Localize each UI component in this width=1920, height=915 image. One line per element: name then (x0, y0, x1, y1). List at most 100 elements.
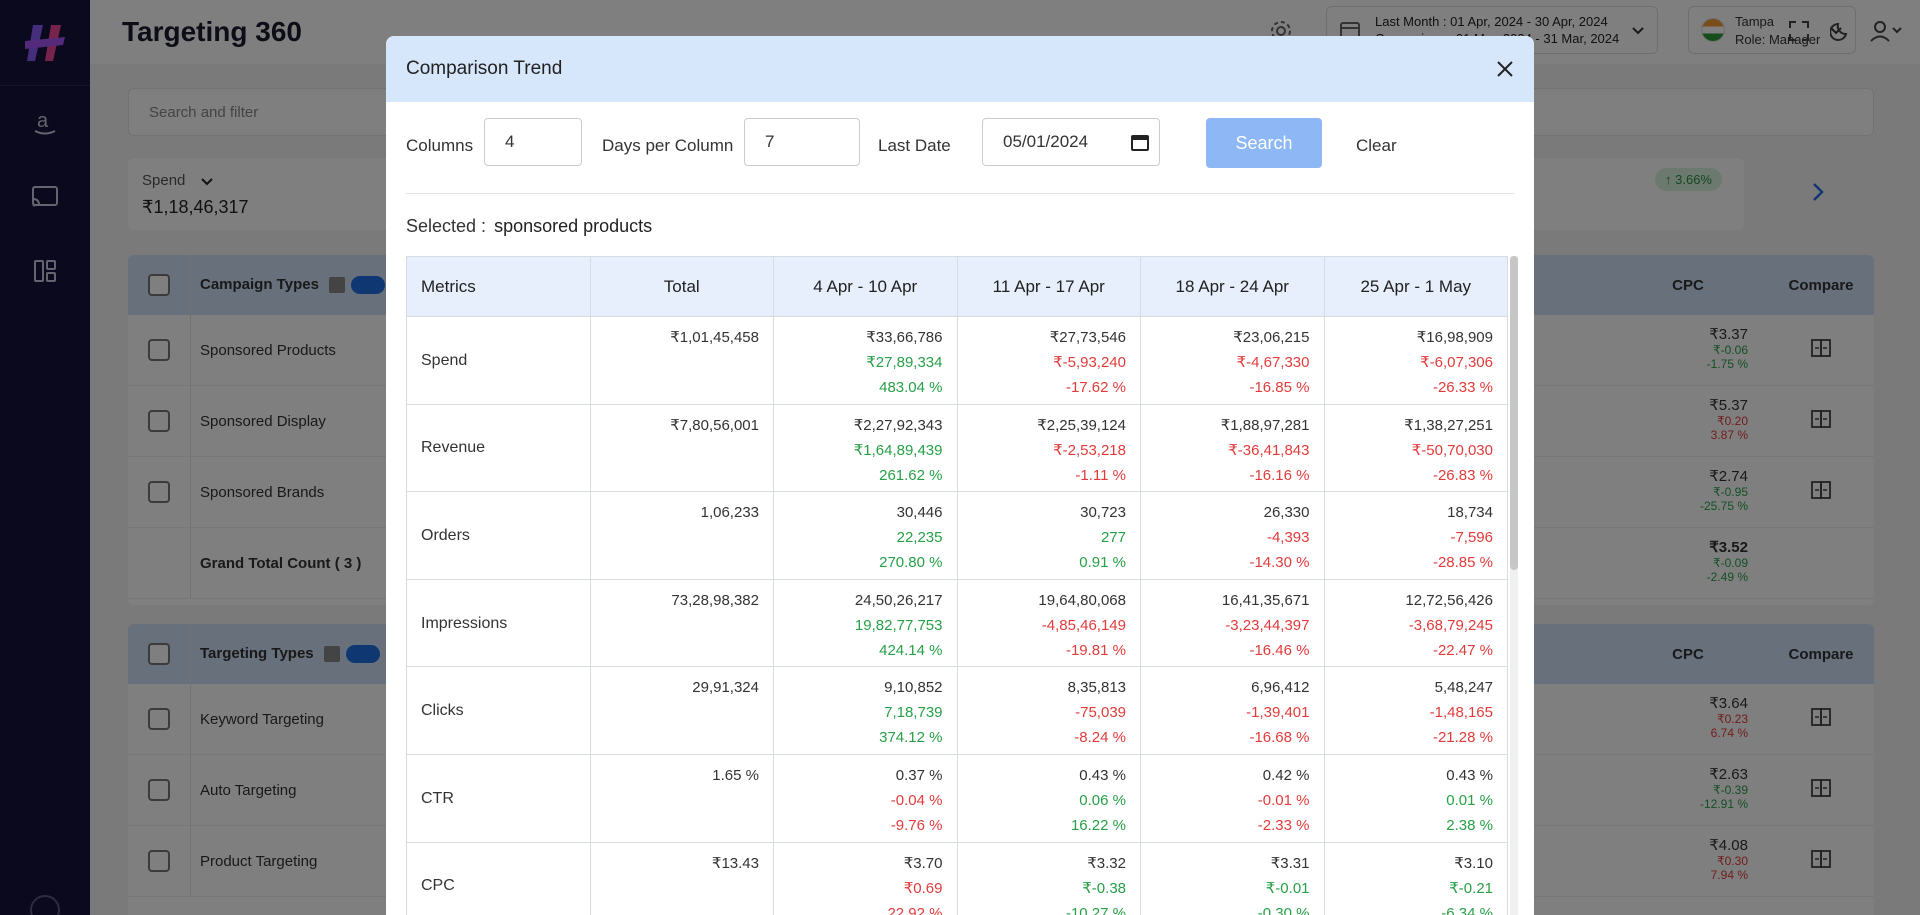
period-delta-percent: 22.92 % (887, 904, 943, 915)
period-delta-percent: 270.80 % (879, 554, 943, 572)
period-value: 5,48,247 (1434, 679, 1493, 697)
period-value: 0.42 % (1262, 766, 1310, 784)
period-delta: ₹-4,67,330 (1236, 354, 1310, 371)
period-delta: 22,235 (896, 529, 943, 547)
period-delta-percent: 2.38 % (1446, 816, 1493, 834)
table-row: Impressions 73,28,98,382 24,50,26,217 19,82… (406, 578, 1508, 668)
period-value: ₹27,73,546 (1049, 329, 1126, 346)
period-delta-percent: -6.34 % (1441, 904, 1493, 915)
period-cell: ₹2,27,92,343 ₹1,64,89,439 261.62 % (773, 403, 958, 493)
period-value: 18,734 (1447, 504, 1493, 522)
period-value: ₹23,06,215 (1233, 329, 1310, 346)
period-column-header: 25 Apr - 1 May (1323, 256, 1508, 317)
metric-total: 1,06,233 (589, 491, 774, 580)
clear-button[interactable]: Clear (1356, 136, 1397, 156)
period-cell: 0.43 % 0.06 % 16.22 % (956, 753, 1141, 843)
period-delta-percent: -10.27 % (1065, 904, 1126, 915)
period-delta: -7,596 (1450, 529, 1493, 547)
period-delta-percent: 374.12 % (879, 729, 943, 747)
period-delta: -0.04 % (890, 791, 943, 809)
period-delta-percent: 16.22 % (1070, 816, 1126, 834)
metric-total: 73,28,98,382 (589, 578, 774, 668)
period-value: 8,35,813 (1067, 679, 1126, 697)
period-cell: 18,734 -7,596 -28.85 % (1323, 491, 1508, 580)
period-delta: ₹27,89,334 (866, 354, 943, 371)
calendar-icon[interactable] (1131, 133, 1149, 151)
table-row: Orders 1,06,233 30,446 22,235 270.80 % 30,723… (406, 491, 1508, 580)
period-cell: ₹23,06,215 ₹-4,67,330 -16.85 % (1140, 316, 1325, 405)
period-column-header: 18 Apr - 24 Apr (1140, 256, 1325, 317)
metric-total: ₹7,80,56,001 (589, 403, 774, 493)
last-date-label: Last Date (878, 136, 951, 155)
period-cell: 24,50,26,217 19,82,77,753 424.14 % (773, 578, 958, 668)
period-cell: 5,48,247 -1,48,165 -21.28 % (1323, 666, 1508, 755)
period-cell: ₹27,73,546 ₹-5,93,240 -17.62 % (956, 316, 1141, 405)
period-value: ₹1,38,27,251 (1404, 416, 1493, 434)
columns-input[interactable]: 4 (484, 118, 582, 166)
period-delta: 0.06 % (1079, 791, 1126, 809)
last-date-value: 05/01/2024 (1003, 132, 1089, 151)
period-column-header: 11 Apr - 17 Apr (956, 256, 1141, 317)
period-delta: 19,82,77,753 (854, 616, 943, 634)
days-per-column-label: Days per Column (602, 136, 734, 155)
period-value: 9,10,852 (884, 679, 943, 697)
period-delta: ₹-50,70,030 (1411, 441, 1493, 459)
period-cell: 0.42 % -0.01 % -2.33 % (1140, 753, 1325, 843)
table-row: Revenue ₹7,80,56,001 ₹2,27,92,343 ₹1,64,89,… (406, 403, 1508, 493)
period-cell: 26,330 -4,393 -14.30 % (1140, 491, 1325, 580)
search-button[interactable]: Search (1206, 118, 1322, 168)
period-value: 0.37 % (895, 766, 943, 784)
table-row: CTR 1.65 % 0.37 % -0.04 % -9.76 % 0.43 % 0.06 … (406, 753, 1508, 843)
period-column-header: 4 Apr - 10 Apr (773, 256, 958, 317)
period-delta-percent: -28.85 % (1432, 554, 1493, 572)
period-delta-percent: -14.30 % (1249, 554, 1310, 572)
period-delta-percent: -17.62 % (1065, 379, 1126, 396)
period-delta-percent: -16.85 % (1249, 379, 1310, 396)
period-cell: ₹1,88,97,281 ₹-36,41,843 -16.16 % (1140, 403, 1325, 493)
table-scrollbar-thumb[interactable] (1510, 256, 1518, 570)
period-cell: 0.43 % 0.01 % 2.38 % (1323, 753, 1508, 843)
metric-total: ₹13.43 (589, 841, 774, 915)
period-column-header: Total (589, 256, 774, 317)
trend-controls: Columns 4 Days per Column 7 Last Date 05… (406, 102, 1514, 194)
period-value: 30,446 (896, 504, 943, 522)
period-value: ₹3.31 (1270, 854, 1310, 872)
period-delta-percent: -0.30 % (1257, 904, 1310, 915)
period-delta-percent: -16.46 % (1249, 641, 1310, 659)
period-cell: 30,723 277 0.91 % (956, 491, 1141, 580)
period-delta-percent: -2.33 % (1257, 816, 1310, 834)
period-cell: ₹3.31 ₹-0.01 -0.30 % (1140, 841, 1325, 915)
period-delta-percent: -22.47 % (1432, 641, 1493, 659)
days-per-column-input[interactable]: 7 (744, 118, 860, 166)
metrics-column-header: Metrics (406, 256, 591, 317)
period-delta: -1,39,401 (1246, 704, 1310, 722)
period-delta-percent: -26.33 % (1432, 379, 1493, 396)
period-delta-percent: -8.24 % (1074, 729, 1126, 747)
metric-name: Impressions (406, 578, 591, 668)
period-cell: 19,64,80,068 -4,85,46,149 -19.81 % (956, 578, 1141, 668)
period-cell: ₹3.70 ₹0.69 22.92 % (773, 841, 958, 915)
period-delta: ₹-0.01 (1265, 879, 1310, 897)
period-delta: ₹-6,07,306 (1420, 354, 1493, 371)
trend-table-container[interactable]: Metrics Total 4 Apr - 10 Apr 11 Apr - 17 Ap… (406, 256, 1514, 915)
period-delta-percent: -1.11 % (1075, 466, 1126, 484)
period-delta: -3,23,44,397 (1225, 616, 1310, 634)
period-delta: 7,18,739 (884, 704, 943, 722)
metric-total: 29,91,324 (589, 666, 774, 755)
period-value: ₹3.10 (1454, 854, 1493, 872)
columns-label: Columns (406, 136, 474, 155)
last-date-input[interactable]: 05/01/2024 (982, 118, 1160, 166)
metric-name: Spend (406, 316, 591, 405)
period-delta: -4,393 (1266, 529, 1310, 547)
period-cell: 9,10,852 7,18,739 374.12 % (773, 666, 958, 755)
period-cell: 12,72,56,426 -3,68,79,245 -22.47 % (1323, 578, 1508, 668)
metric-total: 1.65 % (589, 753, 774, 843)
comparison-trend-modal: Comparison Trend Columns 4 Days per Colu… (386, 36, 1534, 915)
period-delta-percent: -19.81 % (1065, 641, 1126, 659)
period-delta: ₹-0.38 (1082, 879, 1126, 897)
close-icon[interactable] (1492, 56, 1518, 82)
selected-value: sponsored products (494, 216, 653, 236)
period-cell: 0.37 % -0.04 % -9.76 % (773, 753, 958, 843)
period-value: ₹2,27,92,343 (853, 416, 943, 434)
period-delta-percent: 0.91 % (1079, 554, 1126, 572)
